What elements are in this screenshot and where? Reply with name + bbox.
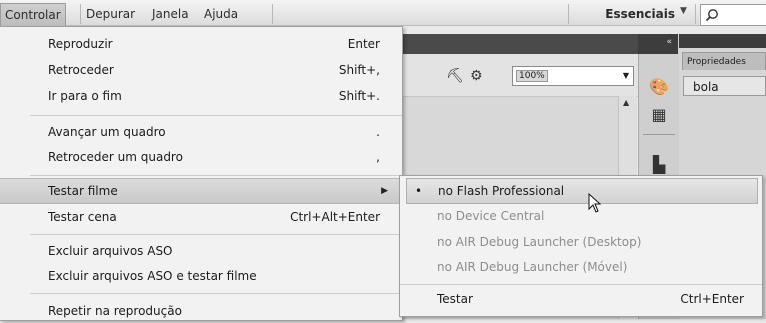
- menu-item-label: Repetir na reprodução: [48, 304, 182, 318]
- menu-item-shortcut: Ctrl+Alt+Enter: [290, 210, 380, 224]
- submenu-item-flash-professional[interactable]: • no Flash Professional: [406, 178, 758, 204]
- menu-separator: [30, 115, 402, 116]
- workspace-switcher[interactable]: Essenciais: [605, 5, 675, 23]
- edit-scene-icon[interactable]: ⛏: [446, 68, 464, 84]
- menu-controlar[interactable]: Controlar: [0, 3, 66, 26]
- menu-item-shortcut: Shift+.: [338, 89, 380, 103]
- control-menu: Reproduzir Enter Retroceder Shift+, Ir p…: [0, 26, 403, 321]
- menu-divider: [568, 4, 569, 24]
- submenu-item-label: no Device Central: [437, 209, 545, 223]
- menu-bar: Controlar Depurar Janela Ajuda Essenciai…: [0, 0, 766, 26]
- panel-collapse-bar[interactable]: «: [638, 34, 678, 54]
- menu-item-reproduzir[interactable]: Reproduzir Enter: [0, 32, 402, 56]
- menu-item-label: Reproduzir: [48, 37, 113, 51]
- edit-symbol-icon[interactable]: ⚙: [470, 68, 483, 84]
- menu-separator: [30, 234, 402, 235]
- menu-item-label: Excluir arquivos ASO e testar filme: [48, 269, 257, 283]
- menu-divider: [272, 4, 273, 24]
- menu-item-excluir-aso[interactable]: Excluir arquivos ASO: [0, 239, 402, 263]
- mouse-pointer-icon: [588, 193, 602, 213]
- search-icon: [705, 9, 718, 22]
- swatches-grid-icon[interactable]: ▦: [648, 104, 670, 126]
- document-header: [400, 34, 662, 54]
- color-palette-icon[interactable]: 🎨: [648, 76, 670, 98]
- menu-separator: [30, 175, 402, 176]
- menu-item-label: Excluir arquivos ASO: [48, 244, 173, 258]
- chevron-down-icon: ▼: [622, 71, 629, 80]
- menu-item-label: Testar cena: [48, 210, 117, 224]
- menu-depurar[interactable]: Depurar: [82, 5, 139, 23]
- submenu-item-label: no AIR Debug Launcher (Desktop): [437, 235, 642, 249]
- menu-item-shortcut: .: [376, 125, 380, 139]
- menu-item-label: Retroceder: [48, 63, 114, 77]
- menu-divider: [695, 4, 696, 24]
- submenu-item-air-desktop: no AIR Debug Launcher (Desktop): [400, 230, 762, 254]
- scroll-up-icon[interactable]: ▲: [623, 98, 629, 107]
- strip-divider: [643, 134, 675, 135]
- submenu-item-air-movel: no AIR Debug Launcher (Móvel): [400, 255, 762, 279]
- triangle-right-icon: ▶: [381, 186, 388, 196]
- menu-item-retroceder-um-quadro[interactable]: Retroceder um quadro ,: [0, 145, 402, 169]
- properties-panel-header: [679, 34, 766, 48]
- menu-item-label: Ir para o fim: [48, 89, 122, 103]
- menu-item-testar-filme[interactable]: Testar filme ▶: [0, 178, 402, 204]
- chevron-down-icon[interactable]: ▼: [680, 6, 687, 16]
- menu-item-avancar-um-quadro[interactable]: Avançar um quadro .: [0, 120, 402, 144]
- zoom-select[interactable]: 100% ▼: [512, 66, 634, 86]
- submenu-item-testar[interactable]: Testar Ctrl+Enter: [400, 287, 762, 311]
- menu-item-label: Retroceder um quadro: [48, 150, 183, 164]
- submenu-item-shortcut: Ctrl+Enter: [680, 292, 744, 306]
- menu-separator: [30, 293, 402, 294]
- submenu-item-label: no Flash Professional: [438, 184, 565, 198]
- menu-item-repetir-reproducao[interactable]: Repetir na reprodução: [0, 299, 402, 323]
- instance-name-field[interactable]: bola: [683, 76, 766, 96]
- checked-bullet-icon: •: [415, 184, 423, 198]
- menu-item-shortcut: ,: [376, 150, 380, 164]
- menu-item-label: Testar filme: [48, 184, 118, 198]
- menu-item-ir-para-o-fim[interactable]: Ir para o fim Shift+.: [0, 84, 402, 108]
- menu-item-label: Avançar um quadro: [48, 125, 166, 139]
- tab-properties[interactable]: Propriedades: [682, 52, 766, 70]
- menu-item-testar-cena[interactable]: Testar cena Ctrl+Alt+Enter: [0, 205, 402, 229]
- menu-janela[interactable]: Janela: [148, 5, 193, 23]
- collapse-arrows-icon[interactable]: «: [666, 37, 672, 47]
- align-panel-icon[interactable]: ▙: [648, 154, 670, 176]
- submenu-item-label: Testar: [437, 292, 473, 306]
- menu-item-shortcut: Enter: [347, 37, 380, 51]
- menu-item-excluir-aso-testar[interactable]: Excluir arquivos ASO e testar filme: [0, 264, 402, 288]
- zoom-value: 100%: [516, 70, 548, 82]
- submenu-item-device-central: no Device Central: [400, 204, 762, 228]
- menu-divider: [80, 4, 81, 24]
- search-input[interactable]: [700, 4, 766, 26]
- menu-ajuda[interactable]: Ajuda: [200, 5, 242, 23]
- menu-item-retroceder[interactable]: Retroceder Shift+,: [0, 58, 402, 82]
- submenu-item-label: no AIR Debug Launcher (Móvel): [437, 260, 628, 274]
- menu-separator: [400, 284, 762, 285]
- test-movie-submenu: • no Flash Professional no Device Centra…: [399, 175, 763, 317]
- menu-item-shortcut: Shift+,: [338, 63, 380, 77]
